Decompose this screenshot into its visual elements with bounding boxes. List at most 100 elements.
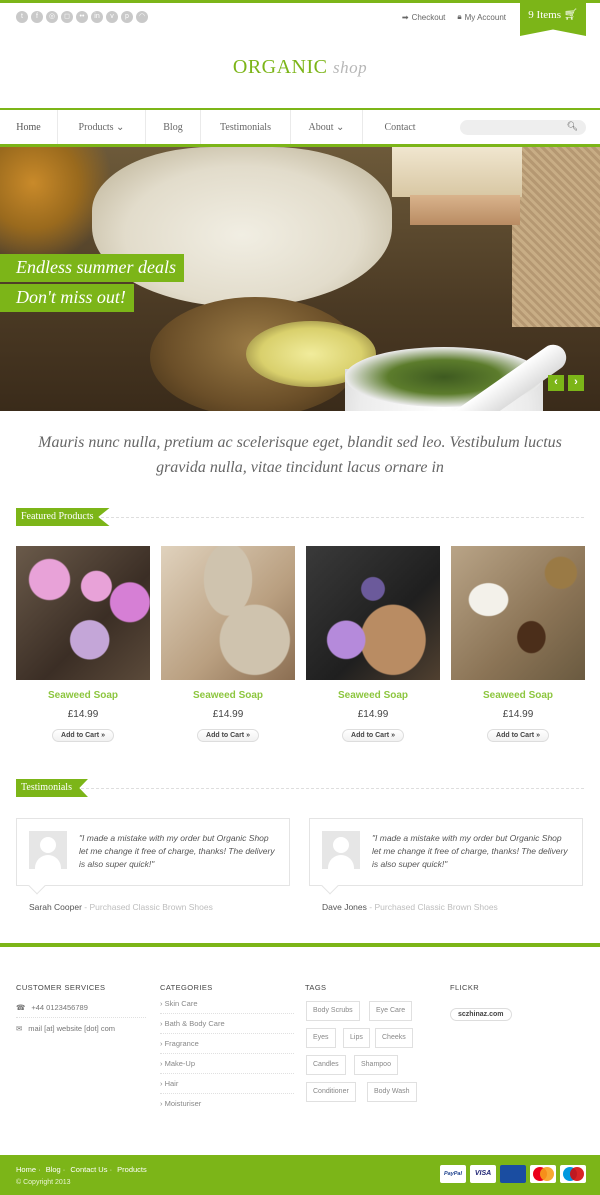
add-to-cart-button[interactable]: Add to Cart » bbox=[52, 729, 114, 742]
hero-caption-line1: Endless summer deals bbox=[0, 254, 184, 282]
flickr-tag[interactable]: sczhinaz.com bbox=[450, 1008, 512, 1021]
category-link[interactable]: › Hair bbox=[160, 1074, 294, 1094]
tag-link[interactable]: Lips bbox=[343, 1028, 370, 1048]
category-link[interactable]: › Make-Up bbox=[160, 1054, 294, 1074]
search-icon[interactable]: 🔍︎ bbox=[567, 121, 578, 132]
testimonial-box: "I made a mistake with my order but Orga… bbox=[16, 818, 290, 895]
testimonial-quote: "I made a mistake with my order but Orga… bbox=[372, 833, 568, 869]
bottom-link-blog[interactable]: Blog bbox=[46, 1165, 61, 1174]
facebook-icon[interactable]: f bbox=[31, 11, 43, 23]
add-to-cart-button[interactable]: Add to Cart » bbox=[342, 729, 404, 742]
testimonial-author: Dave Jones - Purchased Classic Brown Sho… bbox=[322, 902, 498, 912]
category-label: Bath & Body Care bbox=[164, 1019, 225, 1028]
speech-tail bbox=[321, 877, 339, 895]
rss-icon[interactable]: ◠ bbox=[136, 11, 148, 23]
logo-suffix: shop bbox=[333, 58, 368, 77]
instagram-icon[interactable]: ◻ bbox=[61, 11, 73, 23]
bottom-link-products[interactable]: Products bbox=[117, 1165, 147, 1174]
author-purchase[interactable]: Purchased Classic Brown Shoes bbox=[374, 902, 497, 912]
product-price: £14.99 bbox=[212, 709, 244, 720]
product-name[interactable]: Seaweed Soap bbox=[161, 690, 295, 701]
vimeo-icon[interactable]: v bbox=[106, 11, 118, 23]
nav-item-label: About bbox=[308, 122, 334, 133]
my-account-label: My Account bbox=[464, 12, 506, 22]
burlap-image bbox=[512, 147, 600, 327]
nav-item-label: Testimonials bbox=[220, 122, 271, 133]
twitter-icon[interactable]: t bbox=[16, 11, 28, 23]
section-flag: Featured Products bbox=[16, 508, 110, 526]
email-address[interactable]: mail [at] website [dot] com bbox=[28, 1024, 115, 1033]
category-link[interactable]: › Skin Care bbox=[160, 994, 294, 1014]
flickr-title: FLICKR bbox=[450, 983, 480, 992]
tag-link[interactable]: Eyes bbox=[306, 1028, 336, 1048]
nav-item-label: Home bbox=[16, 122, 41, 133]
nav-item-about[interactable]: About ⌄ bbox=[291, 110, 363, 146]
cart-count: 9 Items bbox=[528, 9, 561, 21]
testimonial-quote: "I made a mistake with my order but Orga… bbox=[79, 833, 275, 869]
category-label: Skin Care bbox=[164, 999, 198, 1008]
avatar bbox=[322, 831, 360, 869]
testimonial-author: Sarah Cooper - Purchased Classic Brown S… bbox=[29, 902, 213, 912]
visa-electron-icon bbox=[500, 1165, 526, 1183]
nav-item-home[interactable]: Home bbox=[0, 110, 58, 146]
add-to-cart-button[interactable]: Add to Cart » bbox=[487, 729, 549, 742]
tag-link[interactable]: Candles bbox=[306, 1055, 346, 1075]
tag-link[interactable]: Shampoo bbox=[354, 1055, 398, 1075]
logo-brand: ORGANIC bbox=[232, 56, 328, 78]
tag-link[interactable]: Cheeks bbox=[375, 1028, 413, 1048]
my-account-link[interactable]: 🔒︎ My Account bbox=[457, 12, 506, 22]
category-link[interactable]: › Moisturiser bbox=[160, 1094, 294, 1114]
section-rule bbox=[16, 517, 584, 518]
nav-item-blog[interactable]: Blog bbox=[146, 110, 201, 146]
phone-number: +44 0123456789 bbox=[31, 1003, 88, 1012]
tag-link[interactable]: Conditioner bbox=[306, 1082, 356, 1102]
tag-link[interactable]: Eye Care bbox=[369, 1001, 413, 1021]
nav-item-contact[interactable]: Contact bbox=[363, 110, 437, 146]
nav-item-products[interactable]: Products ⌄ bbox=[58, 110, 146, 146]
maestro-icon bbox=[560, 1165, 586, 1183]
product-image[interactable] bbox=[451, 546, 585, 680]
mail-icon: ✉ bbox=[16, 1024, 23, 1033]
category-link[interactable]: › Fragrance bbox=[160, 1034, 294, 1054]
product-name[interactable]: Seaweed Soap bbox=[451, 690, 585, 701]
category-label: Hair bbox=[164, 1079, 179, 1088]
checkout-label: Checkout bbox=[411, 12, 446, 22]
product-image[interactable] bbox=[161, 546, 295, 680]
checkout-link[interactable]: ➡ Checkout bbox=[402, 12, 446, 22]
pinterest-icon[interactable]: p bbox=[121, 11, 133, 23]
section-flag: Testimonials bbox=[16, 779, 88, 797]
tag-link[interactable]: Body Wash bbox=[367, 1082, 417, 1102]
dribbble-icon[interactable]: ◎ bbox=[46, 11, 58, 23]
author-purchase[interactable]: Purchased Classic Brown Shoes bbox=[90, 902, 213, 912]
bottom-link-home[interactable]: Home bbox=[16, 1165, 36, 1174]
main-nav: Home Products ⌄ Blog Testimonials About … bbox=[0, 108, 600, 148]
product-card: Seaweed Soap £14.99 Add to Cart » bbox=[161, 546, 295, 742]
checkout-arrow-icon: ➡ bbox=[401, 12, 409, 22]
linkedin-icon[interactable]: in bbox=[91, 11, 103, 23]
category-label: Make-Up bbox=[164, 1059, 196, 1068]
product-image[interactable] bbox=[16, 546, 150, 680]
copyright: © Copyright 2013 bbox=[16, 1179, 71, 1186]
testimonials-heading: Testimonials bbox=[16, 779, 584, 797]
nav-item-label: Products bbox=[78, 122, 114, 133]
chevron-down-icon: ⌄ bbox=[336, 122, 345, 133]
flickr-icon[interactable]: •• bbox=[76, 11, 88, 23]
nav-item-testimonials[interactable]: Testimonials bbox=[201, 110, 291, 146]
customer-services-title: CUSTOMER SERVICES bbox=[16, 983, 106, 992]
hero-caption-line2: Don't miss out! bbox=[0, 284, 134, 312]
product-price: £14.99 bbox=[67, 709, 99, 720]
product-name[interactable]: Seaweed Soap bbox=[306, 690, 440, 701]
bottom-bar: Home · Blog · Contact Us · Products © Co… bbox=[0, 1155, 600, 1195]
slider-next-button[interactable]: › bbox=[568, 375, 584, 391]
account-links: ➡ Checkout 🔒︎ My Account bbox=[402, 12, 506, 22]
slider-prev-button[interactable]: ‹ bbox=[548, 375, 564, 391]
paypal-icon: PayPal bbox=[440, 1165, 466, 1183]
bottom-link-contact[interactable]: Contact Us bbox=[70, 1165, 107, 1174]
category-link[interactable]: › Bath & Body Care bbox=[160, 1014, 294, 1034]
tag-link[interactable]: Body Scrubs bbox=[306, 1001, 360, 1021]
product-image[interactable] bbox=[306, 546, 440, 680]
product-name[interactable]: Seaweed Soap bbox=[16, 690, 150, 701]
soap-bar-image bbox=[392, 147, 522, 197]
add-to-cart-button[interactable]: Add to Cart » bbox=[197, 729, 259, 742]
site-logo[interactable]: ORGANIC shop bbox=[0, 56, 600, 79]
